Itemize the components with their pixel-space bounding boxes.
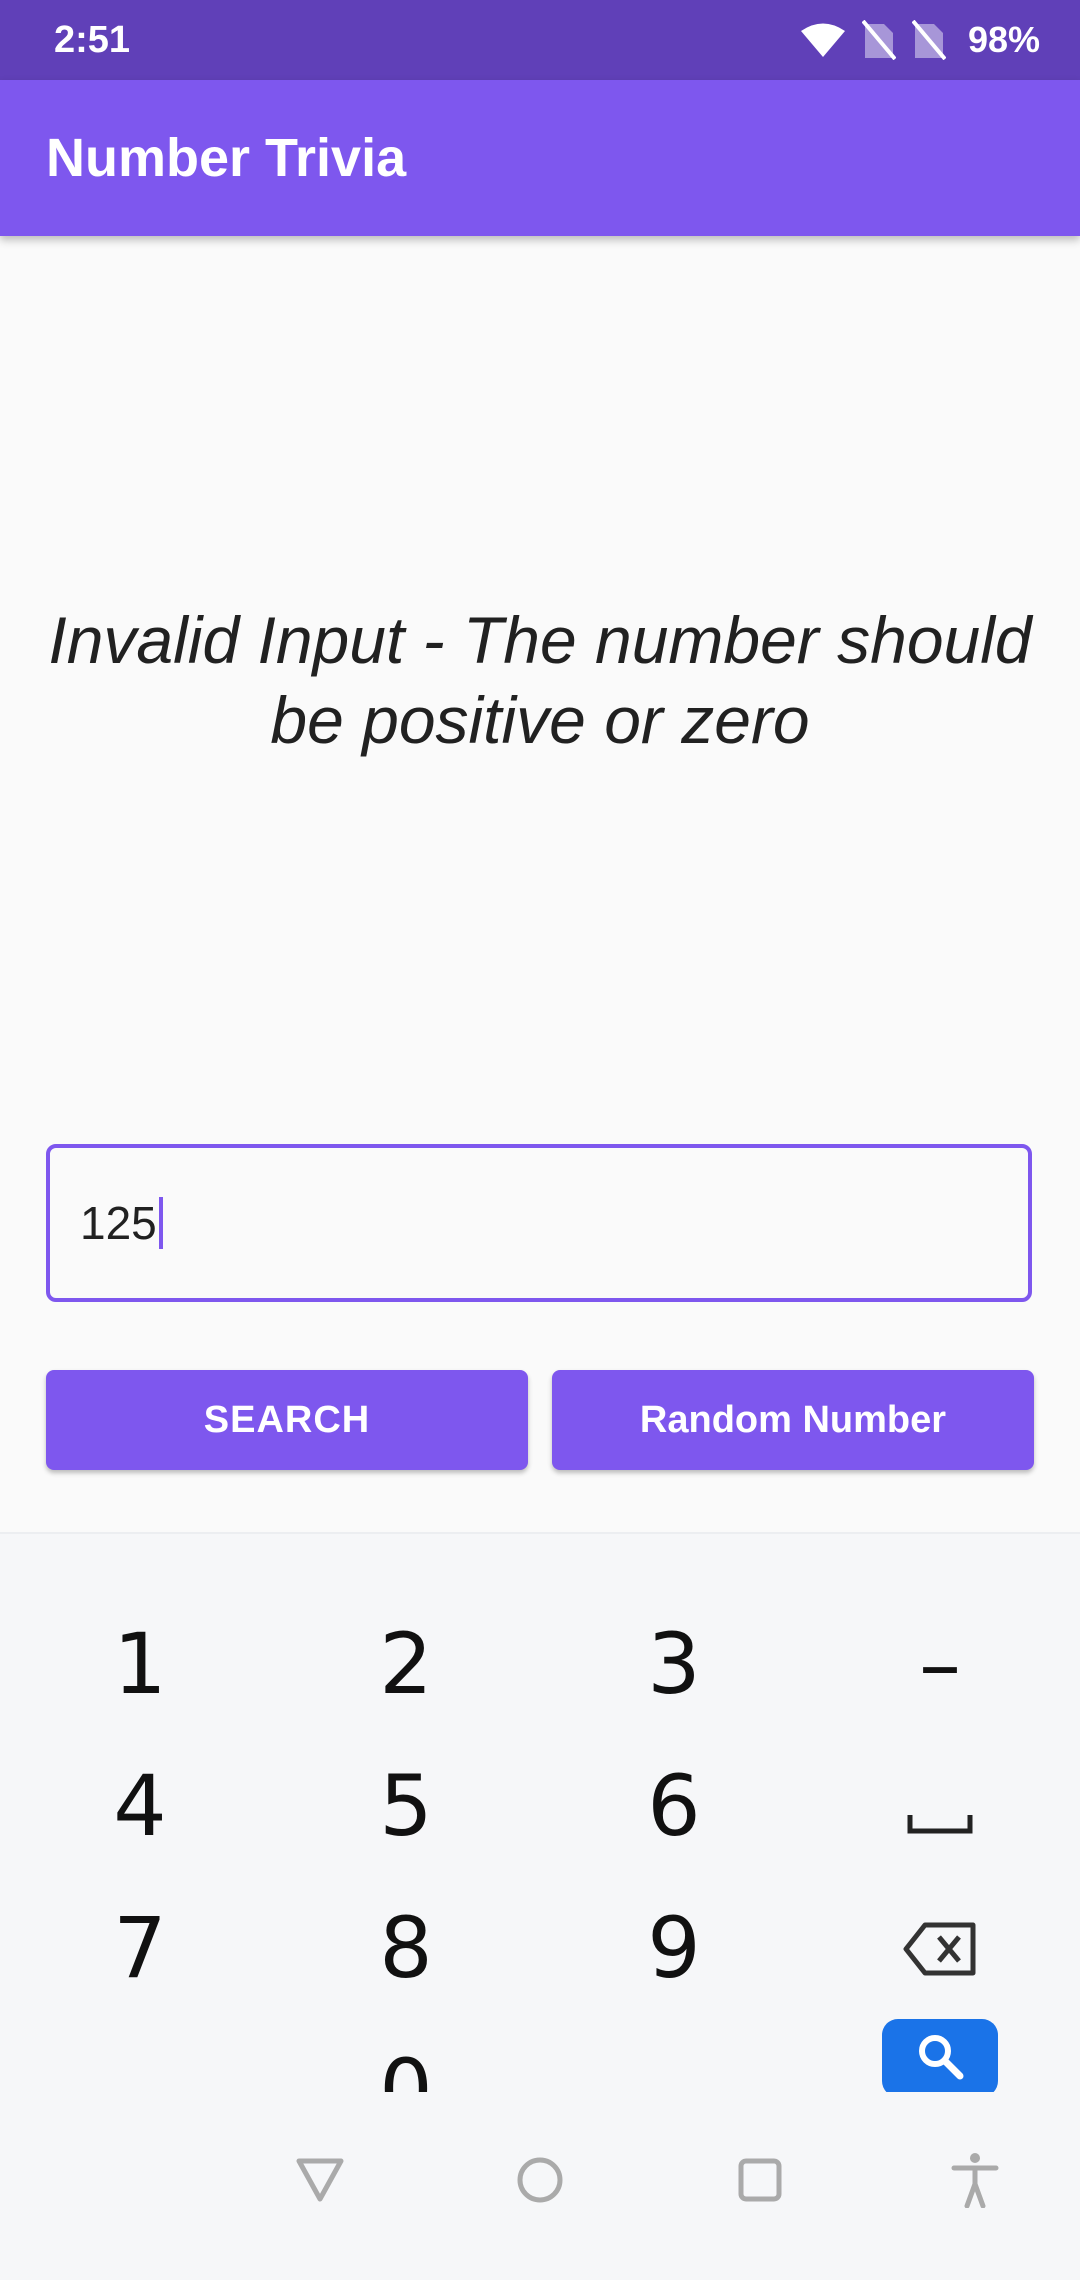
text-caret <box>158 1197 163 1249</box>
recents-square-icon <box>736 2156 784 2209</box>
status-icons: 98% <box>800 16 1040 64</box>
number-input[interactable]: 125 <box>46 1144 1032 1302</box>
navigation-bar <box>0 2092 1080 2280</box>
back-triangle-icon <box>295 2157 345 2208</box>
no-sim-icon <box>911 20 946 60</box>
search-button[interactable]: SEARCH <box>46 1370 528 1470</box>
search-icon <box>915 2031 965 2086</box>
nav-home-button[interactable] <box>500 2142 580 2222</box>
number-input-value: 125 <box>80 1148 163 1298</box>
key-7[interactable]: 7 <box>40 1878 240 2018</box>
app-title: Number Trivia <box>46 128 407 188</box>
nav-accessibility-button[interactable] <box>935 2142 1015 2222</box>
key-backspace[interactable] <box>840 1878 1040 2018</box>
space-icon <box>907 1757 973 1855</box>
numeric-keyboard: 1 2 3 – 4 5 6 7 8 9 , 0 . <box>0 1532 1080 2139</box>
screen: 2:51 98% Number Trivia Invalid Input - T… <box>0 0 1080 2280</box>
random-number-button[interactable]: Random Number <box>552 1370 1034 1470</box>
app-bar: Number Trivia <box>0 80 1080 236</box>
home-circle-icon <box>515 2155 565 2210</box>
key-6[interactable]: 6 <box>574 1736 774 1876</box>
trivia-message: Invalid Input - The number should be pos… <box>48 603 1032 757</box>
keyboard-search-button[interactable] <box>882 2019 998 2097</box>
key-8[interactable]: 8 <box>306 1878 506 2018</box>
key-2[interactable]: 2 <box>306 1594 506 1734</box>
status-bar: 2:51 98% <box>0 0 1080 80</box>
key-1[interactable]: 1 <box>40 1594 240 1734</box>
nav-back-button[interactable] <box>280 2142 360 2222</box>
battery-percent: 98% <box>967 19 1040 60</box>
nav-recents-button[interactable] <box>720 2142 800 2222</box>
key-4[interactable]: 4 <box>40 1736 240 1876</box>
number-input-text: 125 <box>80 1197 157 1249</box>
key-dash[interactable]: – <box>840 1594 1040 1734</box>
key-3[interactable]: 3 <box>574 1594 774 1734</box>
backspace-icon <box>903 1899 977 1997</box>
key-9[interactable]: 9 <box>574 1878 774 2018</box>
wifi-icon <box>800 22 846 58</box>
accessibility-icon <box>950 2152 1000 2213</box>
key-5[interactable]: 5 <box>306 1736 506 1876</box>
status-time: 2:51 <box>54 19 131 61</box>
no-sim-icon <box>861 20 896 60</box>
key-space[interactable] <box>840 1736 1040 1876</box>
